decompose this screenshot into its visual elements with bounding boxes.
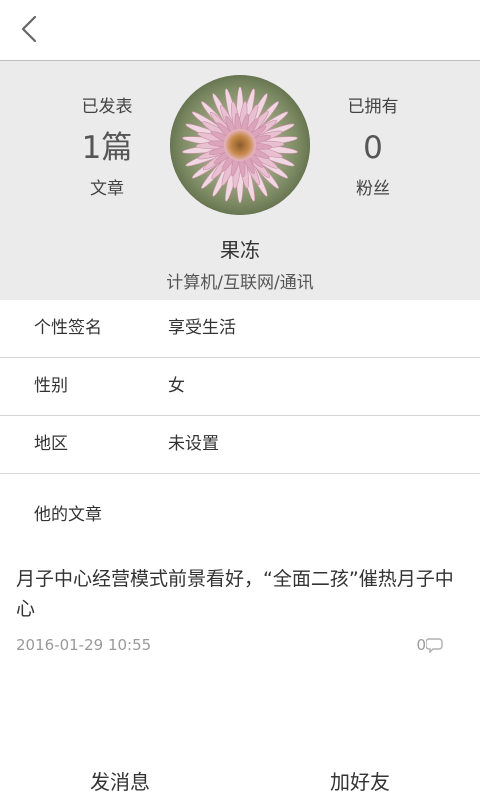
article-date: 2016-01-29 10:55 bbox=[16, 636, 152, 654]
followers-label-top: 已拥有 bbox=[347, 97, 399, 117]
comment-count: 0 bbox=[416, 636, 426, 654]
comment-bubble-icon bbox=[426, 638, 443, 653]
article-item[interactable]: 月子中心经营模式前景看好，“全面二孩”催热月子中心 2016-01-29 10:… bbox=[16, 564, 464, 658]
published-label-top: 已发表 bbox=[81, 97, 133, 117]
top-bar bbox=[0, 0, 480, 61]
info-row-region: 地区 未设置 bbox=[0, 416, 480, 474]
published-stat[interactable]: 已发表 1篇 文章 bbox=[52, 95, 162, 201]
info-row-signature: 个性签名 享受生活 bbox=[0, 300, 480, 358]
send-message-button[interactable]: 发消息 bbox=[40, 764, 200, 800]
signature-label: 个性签名 bbox=[34, 318, 102, 338]
info-row-gender: 性别 女 bbox=[0, 358, 480, 416]
nickname: 果冻 bbox=[220, 238, 260, 262]
published-label-bottom: 文章 bbox=[90, 179, 124, 199]
chevron-left-icon bbox=[21, 15, 37, 43]
avatar-flower-image bbox=[170, 75, 310, 215]
region-value: 未设置 bbox=[168, 434, 219, 454]
bottom-action-bar: 发消息 加好友 bbox=[0, 752, 480, 800]
articles-section-title: 他的文章 bbox=[34, 505, 102, 525]
followers-count: 0 bbox=[363, 130, 383, 166]
followers-stat[interactable]: 已拥有 0 粉丝 bbox=[318, 95, 428, 201]
article-meta: 2016-01-29 10:55 0 bbox=[16, 632, 464, 658]
industry: 计算机/互联网/通讯 bbox=[166, 273, 314, 293]
article-comments[interactable]: 0 bbox=[416, 632, 444, 658]
add-friend-button[interactable]: 加好友 bbox=[280, 764, 440, 800]
back-button[interactable] bbox=[14, 12, 44, 46]
gender-value: 女 bbox=[168, 376, 185, 396]
region-label: 地区 bbox=[34, 434, 68, 454]
signature-value: 享受生活 bbox=[168, 318, 236, 338]
profile-header: 已发表 1篇 文章 已拥有 0 粉丝 果冻 计算机/互联网/通讯 bbox=[0, 61, 480, 300]
published-count: 1篇 bbox=[81, 130, 133, 166]
article-title: 月子中心经营模式前景看好，“全面二孩”催热月子中心 bbox=[16, 568, 454, 620]
followers-label-bottom: 粉丝 bbox=[356, 179, 390, 199]
gender-label: 性别 bbox=[34, 376, 68, 396]
avatar[interactable] bbox=[170, 75, 310, 215]
